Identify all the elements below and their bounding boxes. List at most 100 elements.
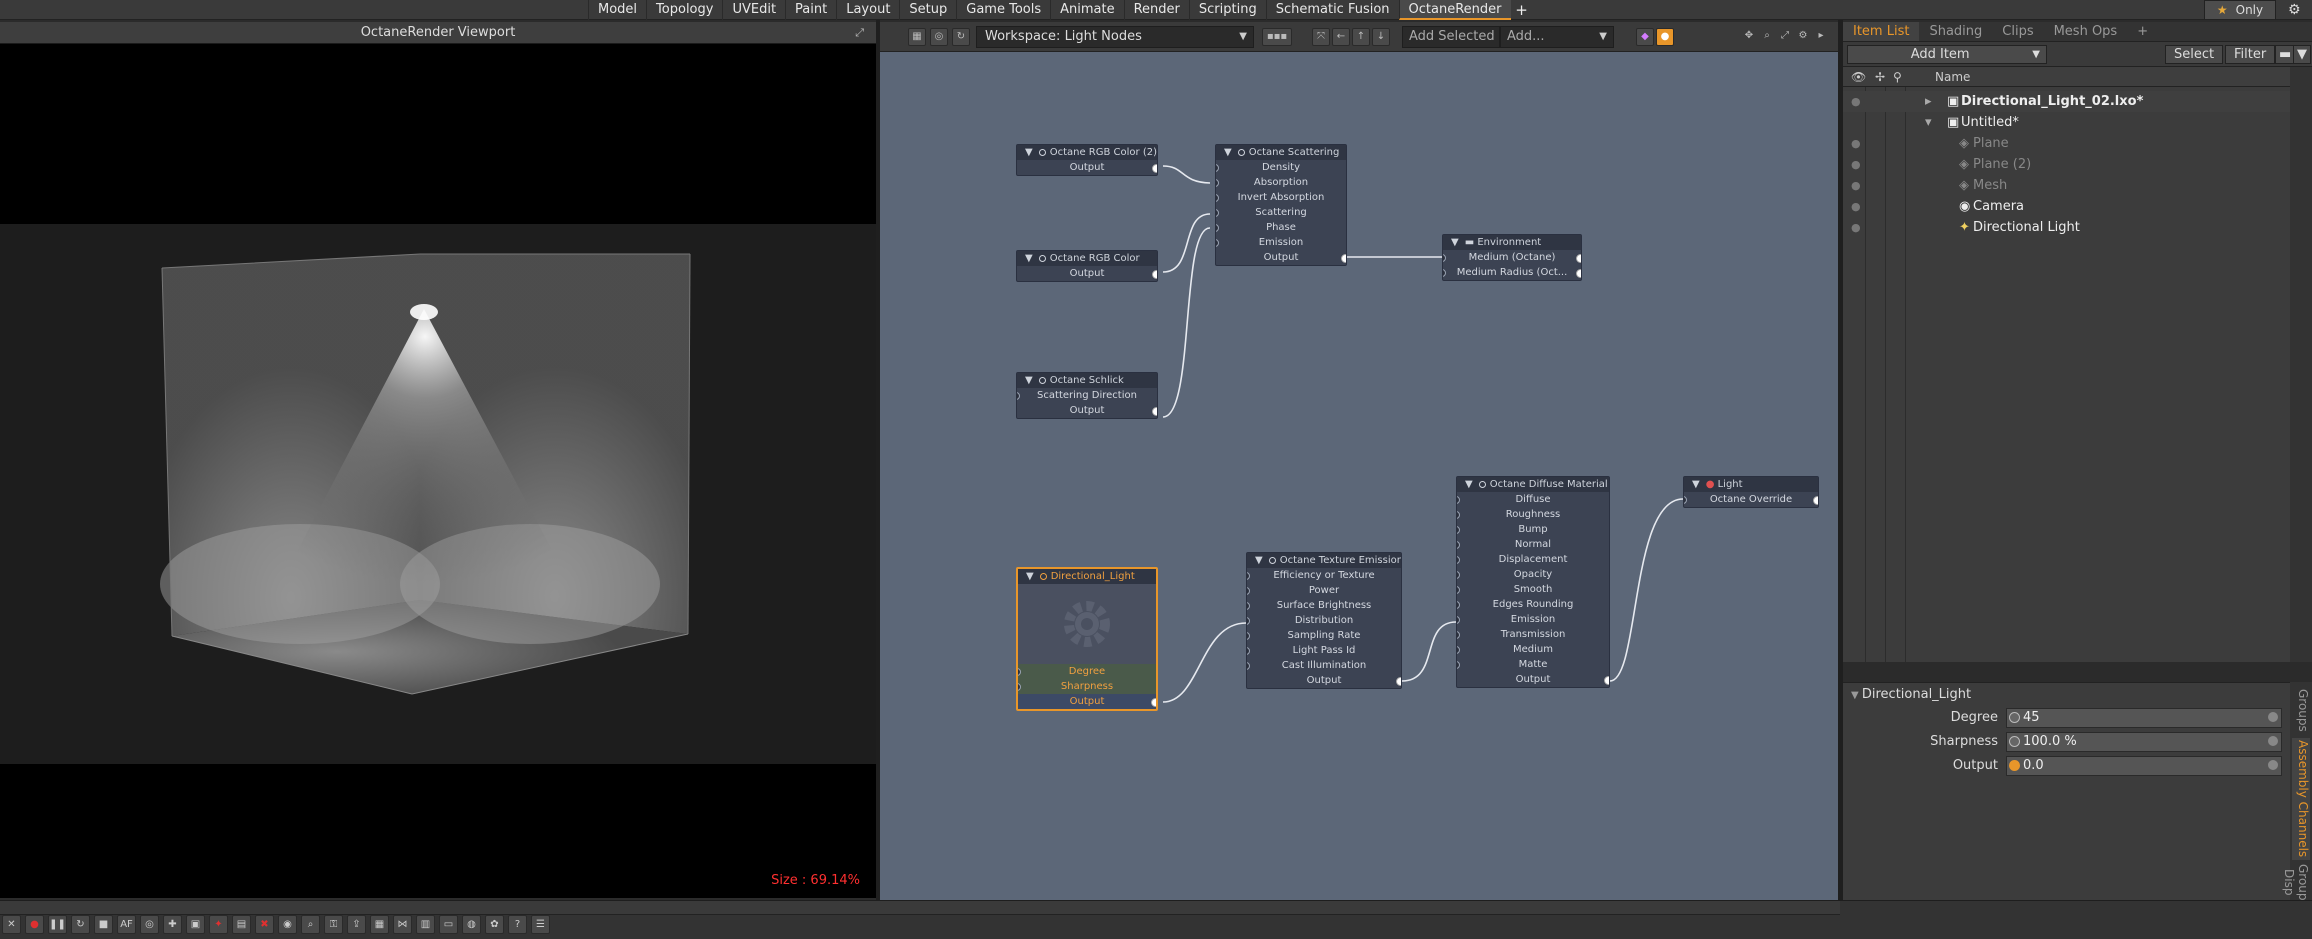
node-directional-light[interactable]: ▼ Directional_Light Degree Sharpness Outp…: [1016, 567, 1158, 711]
node-octane-diffuse-material[interactable]: ▼ Octane Diffuse Material Diffuse Roughne…: [1456, 476, 1610, 688]
collapse-triangle-icon[interactable]: ▼: [1255, 555, 1263, 566]
node-octane-scattering[interactable]: ▼ Octane Scattering Density Absorption In…: [1215, 144, 1347, 266]
slider-handle-icon[interactable]: [2268, 736, 2278, 746]
close-icon[interactable]: ✕: [2, 915, 21, 934]
port-opacity[interactable]: Opacity: [1457, 567, 1609, 582]
circle-toggle-icon[interactable]: ●: [1656, 28, 1674, 46]
image-icon[interactable]: ▥: [416, 915, 435, 934]
tab-animate[interactable]: Animate: [1050, 0, 1123, 20]
eye-icon[interactable]: ●: [1851, 175, 1861, 196]
eye-icon[interactable]: 👁: [1851, 70, 1866, 84]
network-icon[interactable]: ⋈: [393, 915, 412, 934]
tab-game-tools[interactable]: Game Tools: [956, 0, 1050, 20]
list-item[interactable]: ● ▸ ▣ Directional_Light_02.lxo*: [1843, 91, 2290, 112]
port-emission[interactable]: Emission: [1457, 612, 1609, 627]
collapse-triangle-icon[interactable]: ▼: [1025, 253, 1033, 264]
collapse-triangle-icon[interactable]: ▼: [1451, 237, 1459, 248]
restart-icon[interactable]: ↻: [71, 915, 90, 934]
collapse-triangle-icon[interactable]: ▼: [1224, 147, 1232, 158]
port-cast-illumination[interactable]: Cast Illumination: [1247, 658, 1401, 673]
port-absorption[interactable]: Absorption: [1216, 175, 1346, 190]
port-sampling-rate[interactable]: Sampling Rate: [1247, 628, 1401, 643]
port-octane-override[interactable]: Octane Override: [1684, 492, 1818, 507]
eye-icon[interactable]: ●: [1851, 196, 1861, 217]
port-diffuse[interactable]: Diffuse: [1457, 492, 1609, 507]
output-field[interactable]: 0.0: [2006, 756, 2282, 776]
eye-icon[interactable]: ●: [1851, 154, 1861, 175]
arrow-left-icon[interactable]: ←: [1332, 28, 1350, 46]
list-item[interactable]: ● ◈ Plane (2): [1843, 154, 2290, 175]
node-light[interactable]: ▼ ● Light Octane Override: [1683, 476, 1819, 508]
port-medium[interactable]: Medium: [1457, 642, 1609, 657]
tab-group-display[interactable]: Group Disp: [2282, 864, 2310, 901]
port-output[interactable]: Output: [1017, 403, 1157, 418]
port-normal[interactable]: Normal: [1457, 537, 1609, 552]
eye-icon[interactable]: ●: [1851, 133, 1861, 154]
search-icon[interactable]: ⌕: [1758, 28, 1776, 46]
tab-clips[interactable]: Clips: [1992, 22, 2043, 41]
eye-icon[interactable]: ●: [1851, 217, 1861, 238]
list-item[interactable]: ▾ ▣ Untitled*: [1843, 112, 2290, 133]
eye-icon[interactable]: ●: [1851, 91, 1861, 112]
chevron-right-icon[interactable]: ▸: [1812, 28, 1830, 46]
port-bump[interactable]: Bump: [1457, 522, 1609, 537]
collapse-triangle-icon[interactable]: ▼: [1851, 690, 1862, 701]
slider-handle-icon[interactable]: [2268, 760, 2278, 770]
slider-handle-icon[interactable]: [2268, 712, 2278, 722]
layout-grid-icon[interactable]: ▪▪▪: [1262, 28, 1292, 46]
port-efficiency-or-texture[interactable]: Efficiency or Texture: [1247, 568, 1401, 583]
refresh-icon[interactable]: ↻: [952, 28, 970, 46]
palette-icon[interactable]: ✿: [485, 915, 504, 934]
timeline-strip[interactable]: [0, 901, 1840, 915]
collapse-triangle-icon[interactable]: ▾: [1925, 112, 1932, 133]
tab-topology[interactable]: Topology: [646, 0, 722, 20]
material-icon[interactable]: ◍: [462, 915, 481, 934]
port-edges-rounding[interactable]: Edges Rounding: [1457, 597, 1609, 612]
workspace-dropdown[interactable]: Workspace: Light Nodes ▼: [976, 26, 1254, 48]
node-environment[interactable]: ▼ ▬ Environment Medium (Octane) Medium Ra…: [1442, 234, 1582, 281]
tab-assembly-channels[interactable]: Assembly Channels: [2292, 738, 2310, 860]
port-output[interactable]: Output: [1017, 160, 1157, 175]
tab-model[interactable]: Model: [588, 0, 646, 20]
collapse-triangle-icon[interactable]: ▼: [1025, 147, 1033, 158]
add-node-dropdown[interactable]: Add... ▼: [1500, 26, 1614, 48]
list-item[interactable]: ● ◉ Camera: [1843, 196, 2290, 217]
port-smooth[interactable]: Smooth: [1457, 582, 1609, 597]
render-viewport[interactable]: Size : 69.14%: [0, 44, 876, 898]
port-scattering-direction[interactable]: Scattering Direction: [1017, 388, 1157, 403]
expand-icon[interactable]: ⤢: [1776, 28, 1794, 46]
port-output[interactable]: Output: [1247, 673, 1401, 688]
port-transmission[interactable]: Transmission: [1457, 627, 1609, 642]
port-emission[interactable]: Emission: [1216, 235, 1346, 250]
node-editor-canvas[interactable]: ▼ Octane RGB Color (2) Output ▼ Octane Sca…: [880, 52, 1838, 900]
fit-icon[interactable]: ⤧: [1312, 28, 1330, 46]
tab-render[interactable]: Render: [1123, 0, 1189, 20]
tab-shading[interactable]: Shading: [1919, 22, 1992, 41]
node-rgb-color[interactable]: ▼ Octane RGB Color Output: [1016, 250, 1158, 282]
color-picker-icon[interactable]: ✚: [163, 915, 182, 934]
port-degree[interactable]: Degree: [1018, 664, 1156, 679]
channel-indicator-icon[interactable]: [2009, 736, 2020, 747]
only-toggle[interactable]: ★ Only: [2204, 0, 2276, 20]
port-surface-brightness[interactable]: Surface Brightness: [1247, 598, 1401, 613]
tab-paint[interactable]: Paint: [785, 0, 836, 20]
sharpness-field[interactable]: 100.0 %: [2006, 732, 2282, 752]
port-phase[interactable]: Phase: [1216, 220, 1346, 235]
gear-icon[interactable]: ⚙: [1794, 28, 1812, 46]
port-output[interactable]: Output: [1216, 250, 1346, 265]
port-output[interactable]: Output: [1017, 266, 1157, 281]
add-item-button[interactable]: Add Item ▼: [1847, 45, 2047, 64]
camera-icon[interactable]: ◉: [278, 915, 297, 934]
port-light-pass-id[interactable]: Light Pass Id: [1247, 643, 1401, 658]
help-icon[interactable]: ?: [508, 915, 527, 934]
tab-groups[interactable]: Groups: [2292, 686, 2310, 734]
pick-icon[interactable]: ✦: [209, 915, 228, 934]
pan-icon[interactable]: ✥: [1740, 28, 1758, 46]
film-icon[interactable]: ▤: [232, 915, 251, 934]
arrow-up-icon[interactable]: ↑: [1352, 28, 1370, 46]
port-roughness[interactable]: Roughness: [1457, 507, 1609, 522]
port-medium-octane[interactable]: Medium (Octane): [1443, 250, 1581, 265]
node-rgb-color-2[interactable]: ▼ Octane RGB Color (2) Output: [1016, 144, 1158, 176]
port-matte[interactable]: Matte: [1457, 657, 1609, 672]
tab-layout[interactable]: Layout: [836, 0, 899, 20]
